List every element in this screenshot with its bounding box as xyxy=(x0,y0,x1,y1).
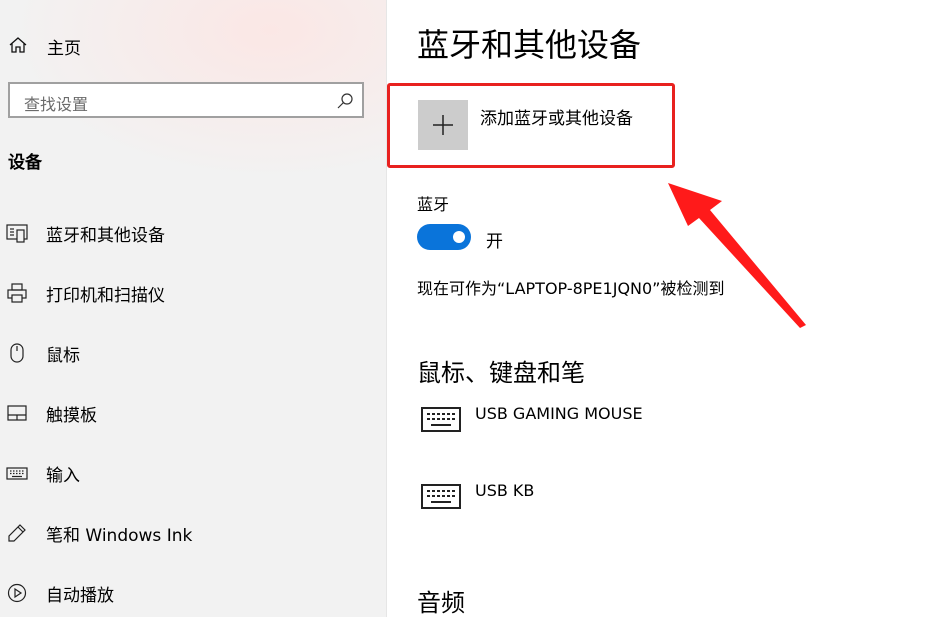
autoplay-icon xyxy=(7,583,27,603)
page-title: 蓝牙和其他设备 xyxy=(417,26,642,64)
device-item[interactable]: USB GAMING MOUSE xyxy=(417,404,817,447)
sidebar-item-autoplay[interactable]: 自动播放 xyxy=(0,573,386,613)
sidebar: 主页 查找设置 设备 蓝牙和其他设备 打印机和扫描仪 鼠标 触摸板 输入 笔和 … xyxy=(0,0,386,617)
audio-section-title: 音频 xyxy=(417,589,465,617)
bluetooth-devices-icon xyxy=(6,224,28,243)
sidebar-item-touchpad[interactable]: 触摸板 xyxy=(0,393,386,433)
device-name: USB KB xyxy=(475,481,535,500)
input-section-title: 鼠标、键盘和笔 xyxy=(417,359,585,387)
printer-icon xyxy=(7,283,27,303)
mouse-icon xyxy=(10,343,24,363)
sidebar-item-pen[interactable]: 笔和 Windows Ink xyxy=(0,513,386,553)
plus-icon xyxy=(433,115,453,135)
device-name: USB GAMING MOUSE xyxy=(475,404,643,423)
home-nav-item[interactable]: 主页 xyxy=(0,28,386,62)
pen-icon xyxy=(8,524,26,542)
sidebar-item-mouse[interactable]: 鼠标 xyxy=(0,333,386,373)
toggle-knob xyxy=(453,231,465,243)
sidebar-item-label: 蓝牙和其他设备 xyxy=(46,226,165,246)
home-icon xyxy=(9,37,27,53)
bluetooth-toggle[interactable] xyxy=(417,224,471,250)
section-title: 设备 xyxy=(8,153,42,173)
search-input[interactable]: 查找设置 xyxy=(8,82,364,118)
sidebar-item-label: 触摸板 xyxy=(46,406,97,426)
home-label: 主页 xyxy=(47,39,81,59)
sidebar-item-label: 自动播放 xyxy=(46,586,114,606)
search-placeholder: 查找设置 xyxy=(24,95,89,114)
keyboard-icon xyxy=(6,467,28,480)
bluetooth-label: 蓝牙 xyxy=(417,195,450,214)
touchpad-icon xyxy=(7,405,27,421)
sidebar-item-bluetooth[interactable]: 蓝牙和其他设备 xyxy=(0,213,386,253)
sidebar-item-typing[interactable]: 输入 xyxy=(0,453,386,493)
sidebar-item-label: 打印机和扫描仪 xyxy=(46,286,165,306)
add-device-button[interactable] xyxy=(418,100,468,150)
sidebar-item-label: 笔和 Windows Ink xyxy=(46,526,193,546)
discoverable-text: 现在可作为“LAPTOP-8PE1JQN0”被检测到 xyxy=(417,279,725,298)
device-item[interactable]: USB KB xyxy=(417,481,817,524)
bluetooth-state: 开 xyxy=(486,232,503,252)
sidebar-item-label: 输入 xyxy=(46,466,80,486)
keyboard-icon xyxy=(421,407,461,432)
main-content: 蓝牙和其他设备 添加蓝牙或其他设备 蓝牙 开 现在可作为“LAPTOP-8PE1… xyxy=(387,0,926,617)
keyboard-icon xyxy=(421,484,461,509)
sidebar-item-label: 鼠标 xyxy=(46,346,80,366)
add-device-label[interactable]: 添加蓝牙或其他设备 xyxy=(480,104,633,129)
sidebar-item-printers[interactable]: 打印机和扫描仪 xyxy=(0,273,386,313)
search-icon[interactable] xyxy=(336,92,354,110)
